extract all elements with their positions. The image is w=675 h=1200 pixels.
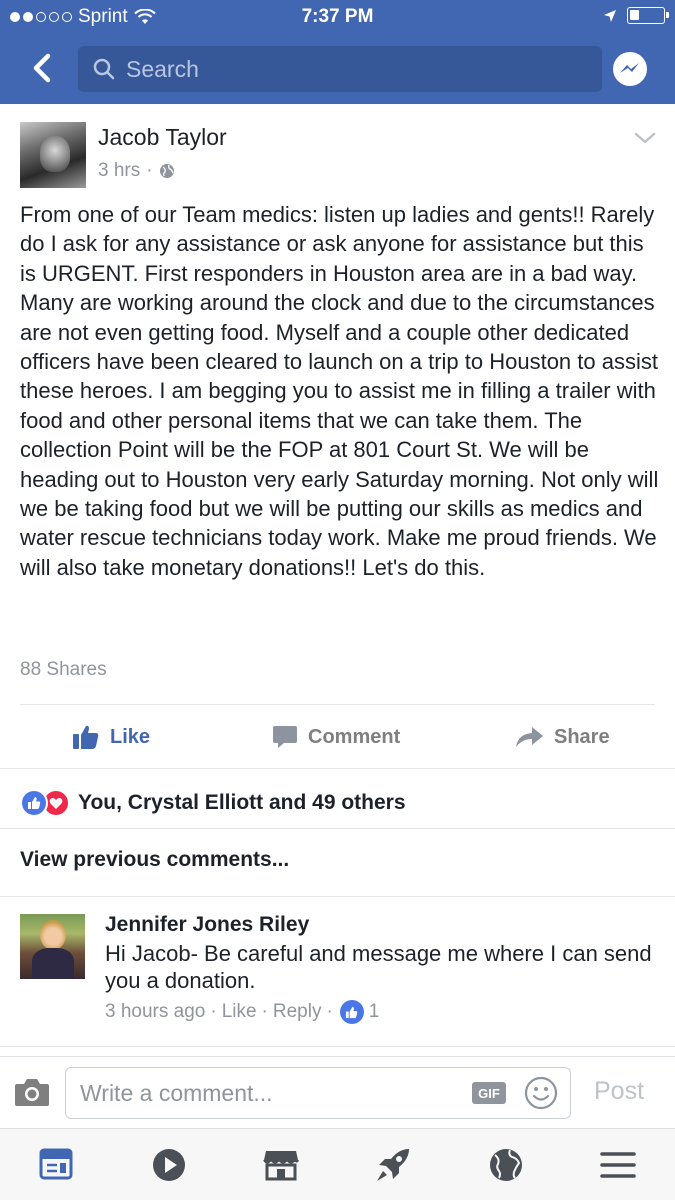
shares-count[interactable]: 88 Shares: [20, 659, 107, 681]
comment-like-link[interactable]: Like: [222, 1001, 257, 1023]
divider: [0, 828, 675, 829]
share-button[interactable]: Share: [514, 706, 610, 768]
post-author-name[interactable]: Jacob Taylor: [98, 124, 227, 151]
menu-icon[interactable]: [598, 1145, 638, 1185]
globe-notifications-icon[interactable]: [486, 1145, 526, 1185]
video-icon[interactable]: [149, 1145, 189, 1185]
thumbs-up-icon: [73, 725, 99, 749]
comment-like-count: 1: [368, 1001, 380, 1022]
chevron-down-icon[interactable]: [632, 128, 658, 148]
comment-button[interactable]: Comment: [272, 706, 400, 768]
like-button[interactable]: Like: [72, 706, 150, 768]
comment-composer: Write a comment... GIF Post: [0, 1056, 675, 1128]
share-label: Share: [554, 725, 610, 748]
post-body-text: From one of our Team medics: listen up l…: [20, 202, 659, 580]
search-input[interactable]: Search: [78, 46, 602, 92]
gif-button[interactable]: GIF: [472, 1082, 506, 1104]
status-bar: Sprint 7:37 PM: [0, 0, 675, 34]
bottom-tab-bar: [0, 1128, 675, 1200]
share-arrow-icon: [516, 727, 543, 747]
top-bar: Sprint 7:37 PM Search: [0, 0, 675, 104]
news-feed-icon[interactable]: [37, 1145, 77, 1185]
like-reaction-icon: [20, 789, 48, 817]
like-label: Like: [110, 725, 151, 748]
view-previous-comments-link[interactable]: View previous comments...: [20, 848, 289, 872]
divider: [0, 896, 675, 897]
comment-meta: 3 hours ago · Like · Reply · 1: [105, 1000, 379, 1024]
globe-icon: [159, 164, 174, 178]
post-meta: 3 hrs ·: [98, 160, 175, 182]
sticker-smile-icon[interactable]: [524, 1076, 558, 1110]
reactions-summary[interactable]: You, Crystal Elliott and 49 others: [20, 788, 406, 818]
divider: [0, 1046, 675, 1047]
messenger-icon[interactable]: [611, 50, 649, 88]
comment-label: Comment: [308, 725, 401, 748]
comment-time: 3 hours ago: [105, 1001, 206, 1022]
comment-reply-link[interactable]: Reply: [273, 1001, 322, 1023]
commenter-name[interactable]: Jennifer Jones Riley: [105, 913, 309, 937]
marketplace-icon[interactable]: [261, 1145, 301, 1185]
comment-like-badge-icon[interactable]: [339, 1000, 364, 1024]
reactions-text: You, Crystal Elliott and 49 others: [78, 791, 406, 814]
comment-placeholder: Write a comment...: [80, 1079, 273, 1106]
back-arrow-icon[interactable]: [22, 48, 62, 88]
post-time[interactable]: 3 hrs: [98, 160, 140, 182]
post-actions: Like Comment Share: [0, 706, 675, 768]
comment-bubble-icon: [273, 726, 297, 748]
divider: [20, 704, 655, 705]
meta-separator: ·: [326, 1001, 333, 1022]
camera-icon[interactable]: [14, 1077, 50, 1107]
explore-rocket-icon[interactable]: [373, 1145, 413, 1185]
commenter-avatar[interactable]: [20, 914, 85, 979]
meta-separator: ·: [210, 1001, 217, 1022]
meta-separator: ·: [146, 160, 153, 181]
search-placeholder: Search: [126, 55, 199, 82]
search-icon: [93, 58, 115, 80]
divider: [0, 768, 675, 769]
comment-text: Hi Jacob- Be careful and message me wher…: [105, 941, 652, 993]
location-arrow-icon: [604, 9, 616, 22]
post-author-avatar[interactable]: [20, 122, 86, 188]
status-right: [603, 7, 669, 24]
post-comment-button[interactable]: Post: [594, 1077, 644, 1106]
meta-separator: ·: [261, 1001, 268, 1022]
battery-icon: [627, 7, 669, 24]
comment-input[interactable]: Write a comment... GIF: [65, 1067, 571, 1119]
status-time: 7:37 PM: [301, 6, 374, 27]
